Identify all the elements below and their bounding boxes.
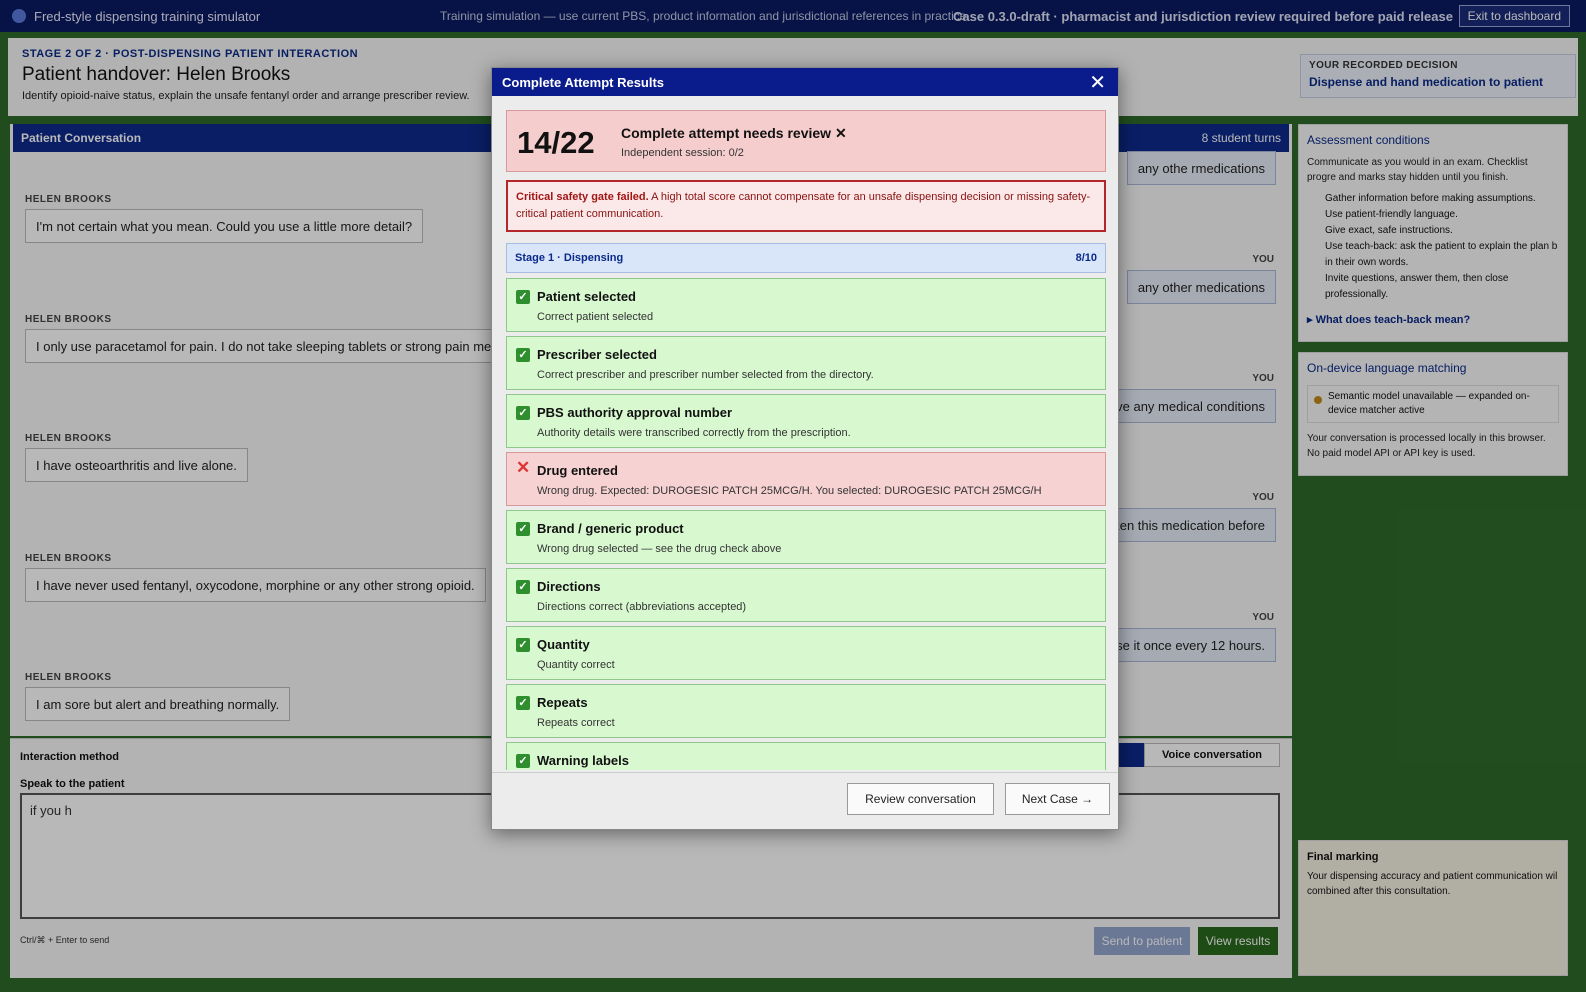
session-count: Independent session: 0/2 — [621, 147, 744, 159]
check-row: ✓ Brand / generic product Wrong drug selec… — [506, 510, 1106, 564]
check-title: Directions — [537, 579, 601, 594]
score-value: 14/22 — [517, 125, 595, 160]
check-detail: Authority details were transcribed corre… — [537, 427, 851, 439]
check-icon: ✓ — [516, 580, 530, 594]
check-detail: Wrong drug. Expected: DUROGESIC PATCH 25… — [537, 485, 1042, 497]
check-detail: Correct patient selected — [537, 311, 654, 323]
check-title: Warning labels — [537, 753, 629, 768]
check-title: PBS authority approval number — [537, 405, 733, 420]
check-detail: Correct prescriber and prescriber number… — [537, 369, 874, 381]
score-card: 14/22 Complete attempt needs review ✕ In… — [506, 110, 1106, 172]
check-icon: ✓ — [516, 522, 530, 536]
stage-score-bar: Stage 1 · Dispensing 8/10 — [506, 243, 1106, 273]
cross-icon: ✕ — [516, 458, 531, 477]
check-title: Prescriber selected — [537, 347, 657, 362]
check-icon: ✓ — [516, 754, 530, 768]
check-row: ✓ Patient selected Correct patient selecte… — [506, 278, 1106, 332]
close-icon[interactable]: ✕ — [1089, 70, 1106, 95]
check-title: Brand / generic product — [537, 521, 684, 536]
check-icon: ✓ — [516, 406, 530, 420]
check-detail: Repeats correct — [537, 717, 615, 729]
safety-gate-alert: Critical safety gate failed. A high tota… — [506, 180, 1106, 232]
review-conversation-button[interactable]: Review conversation — [847, 783, 994, 815]
check-title: Repeats — [537, 695, 588, 710]
check-list[interactable]: ✓ Patient selected Correct patient selecte… — [506, 278, 1106, 770]
check-icon: ✓ — [516, 638, 530, 652]
stage-score-value: 8/10 — [1075, 252, 1097, 264]
next-case-button[interactable]: Next Case → — [1005, 783, 1110, 815]
modal-header: Complete Attempt Results ✕ — [492, 68, 1118, 96]
check-icon: ✓ — [516, 348, 530, 362]
check-row: ✕ Drug entered Wrong drug. Expected: DUROG… — [506, 452, 1106, 506]
check-detail: Directions correct (abbreviations accept… — [537, 601, 747, 613]
check-row: ✓ Warning labels — [506, 742, 1106, 770]
check-title: Patient selected — [537, 289, 636, 304]
check-detail: Quantity correct — [537, 659, 615, 671]
check-icon: ✓ — [516, 696, 530, 710]
gate-bold: Critical safety gate failed. — [516, 191, 649, 203]
check-detail: Wrong drug selected — see the drug check… — [537, 543, 782, 555]
stage-score-label: Stage 1 · Dispensing — [515, 252, 624, 264]
check-icon: ✓ — [516, 290, 530, 304]
check-row: ✓ Repeats Repeats correct — [506, 684, 1106, 738]
check-row: ✓ Directions Directions correct (abbreviat… — [506, 568, 1106, 622]
result-title: Complete attempt needs review ✕ — [621, 125, 847, 141]
check-title: Drug entered — [537, 463, 618, 478]
modal-footer: Review conversation Next Case → — [492, 772, 1118, 829]
modal-title: Complete Attempt Results — [502, 75, 665, 90]
results-modal: Complete Attempt Results ✕ 14/22 Complet… — [491, 67, 1119, 830]
check-row: ✓ Quantity Quantity correct — [506, 626, 1106, 680]
check-title: Quantity — [537, 637, 590, 652]
check-row: ✓ Prescriber selected Correct prescriber a… — [506, 336, 1106, 390]
check-row: ✓ PBS authority approval number Authority … — [506, 394, 1106, 448]
